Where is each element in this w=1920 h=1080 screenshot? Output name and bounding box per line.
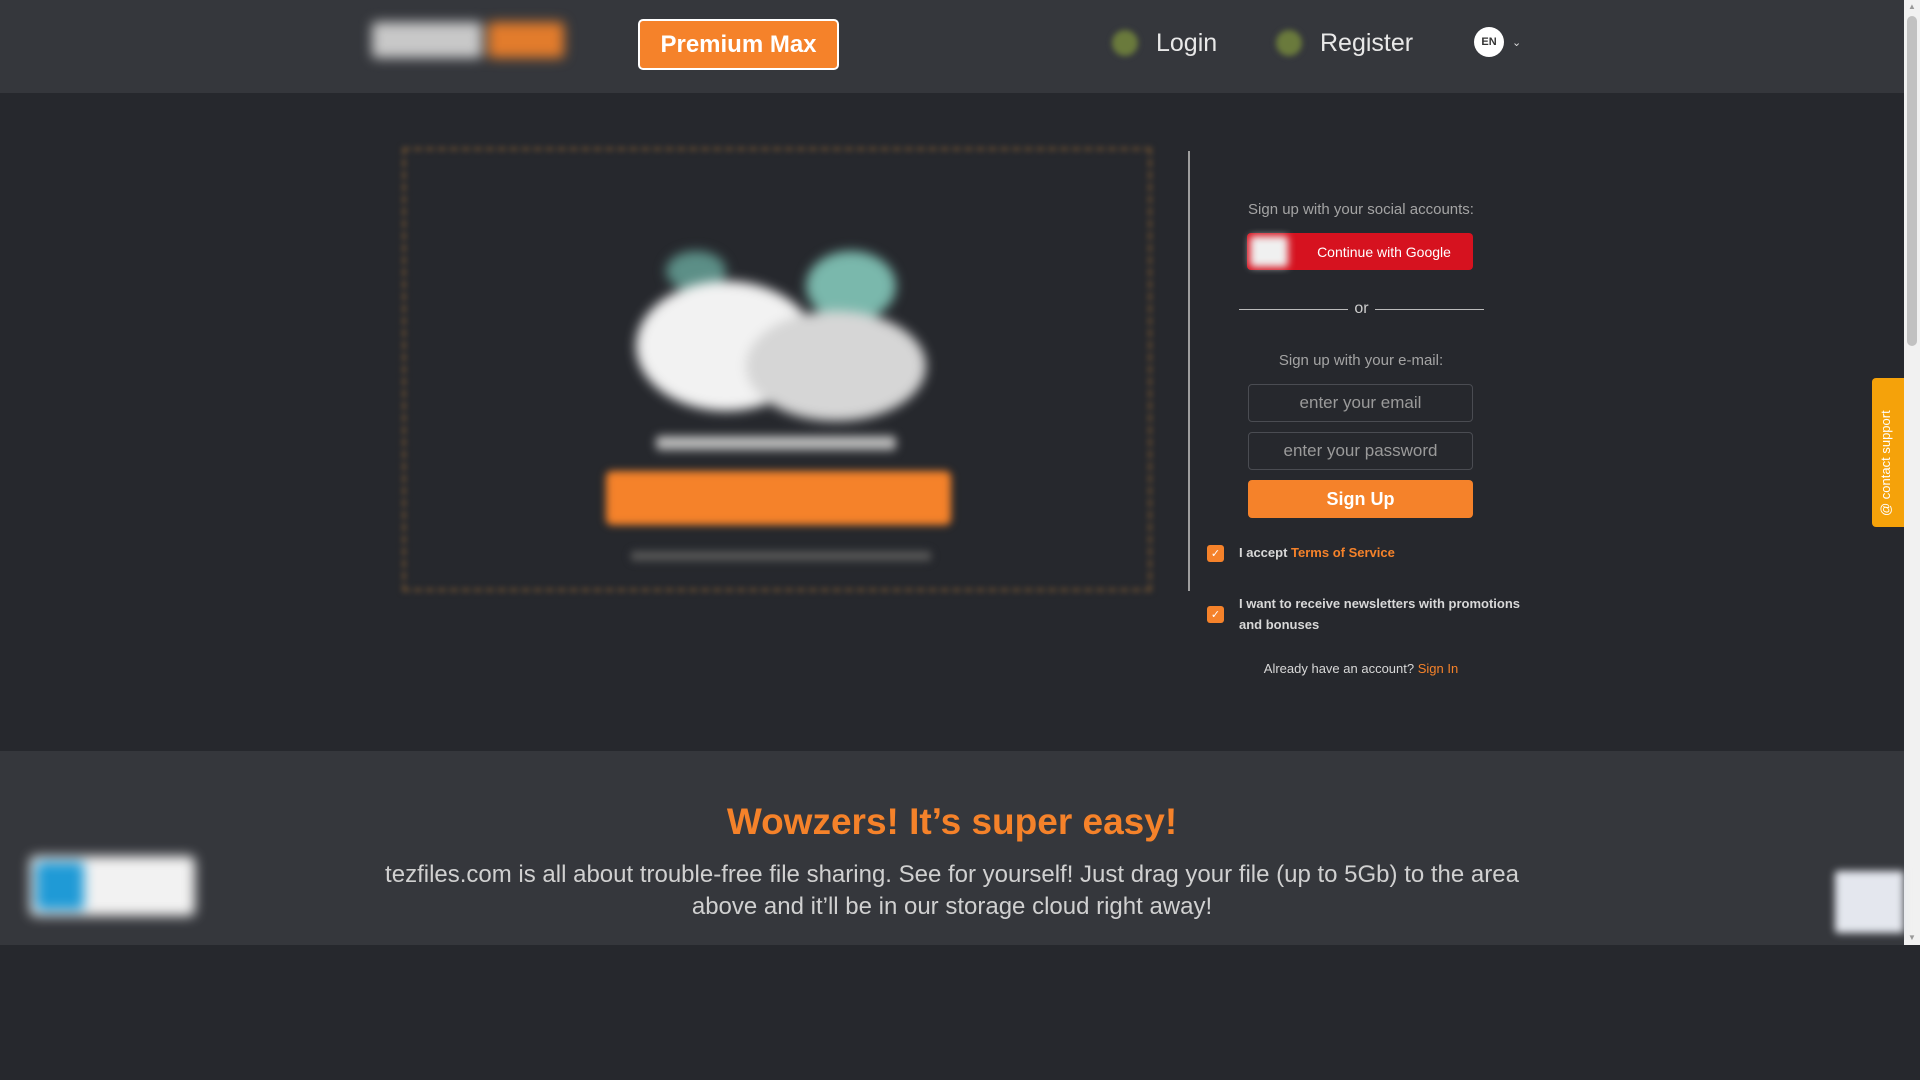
terms-of-service-link[interactable]: Terms of Service (1291, 545, 1395, 560)
info-footer: Wowzers! It’s super easy! tezfiles.com i… (0, 751, 1904, 945)
vertical-scrollbar[interactable]: ▲ ▼ (1904, 0, 1920, 945)
top-header: Premium Max Login Register EN ⌄ (0, 0, 1904, 93)
check-icon: ✓ (1210, 548, 1221, 560)
language-selector[interactable]: EN ⌄ (1474, 27, 1521, 57)
or-text: or (1354, 300, 1369, 317)
scroll-down-icon[interactable]: ▼ (1904, 931, 1920, 945)
sign-in-link[interactable]: Sign In (1418, 661, 1458, 676)
register-label: Register (1320, 28, 1414, 57)
check-icon: ✓ (1210, 609, 1221, 621)
cloud-shape (806, 251, 896, 321)
continue-with-google-button[interactable]: Continue with Google (1247, 233, 1473, 270)
site-logo[interactable] (372, 14, 566, 66)
chevron-down-icon: ⌄ (1512, 36, 1522, 49)
trust-badge-blurred[interactable] (30, 856, 195, 916)
google-button-label: Continue with Google (1317, 243, 1451, 260)
recaptcha-badge-icon[interactable] (1835, 871, 1904, 933)
upload-button-blurred[interactable] (606, 471, 951, 525)
separator-line (1239, 308, 1349, 310)
footer-title: Wowzers! It’s super easy! (726, 801, 1178, 842)
separator-line (1374, 308, 1485, 310)
scroll-up-icon[interactable]: ▲ (1904, 0, 1920, 14)
sign-up-button[interactable]: Sign Up (1248, 480, 1473, 518)
cloud-shape (746, 311, 926, 421)
user-icon (1112, 30, 1138, 56)
logo-text-part (372, 22, 482, 58)
user-plus-icon (1276, 30, 1302, 56)
file-upload-area[interactable] (402, 147, 1152, 592)
or-separator: or (1239, 299, 1485, 319)
google-icon (1250, 236, 1288, 267)
tos-prefix: I accept (1239, 545, 1288, 560)
premium-max-button[interactable]: Premium Max (638, 19, 839, 70)
vertical-divider (1188, 151, 1190, 591)
contact-support-tab[interactable]: @ contact support (1872, 378, 1904, 527)
email-field[interactable] (1248, 384, 1473, 422)
footer-description: tezfiles.com is all about trouble-free f… (385, 861, 1519, 920)
email-signup-heading: Sign up with your e-mail: (1278, 352, 1444, 369)
upload-heading-blurred (656, 436, 896, 450)
signin-prompt: Already have an account? Sign In (1236, 661, 1486, 676)
cloud-illustration-icon (636, 251, 926, 451)
badge-icon (36, 862, 84, 910)
contact-support-label: @ contact support (1878, 410, 1893, 516)
newsletter-text: I want to receive newsletters with promo… (1239, 596, 1521, 632)
password-field[interactable] (1248, 432, 1473, 470)
logo-accent-part (488, 22, 564, 58)
login-label: Login (1156, 28, 1218, 57)
newsletter-checkbox[interactable]: ✓ (1207, 606, 1224, 623)
upload-note-blurred (631, 551, 931, 561)
social-signup-heading: Sign up with your social accounts: (1248, 201, 1474, 218)
register-link[interactable]: Register (1276, 24, 1413, 62)
tos-checkbox[interactable]: ✓ (1207, 545, 1224, 562)
login-link[interactable]: Login (1112, 24, 1217, 62)
scrollbar-thumb[interactable] (1907, 16, 1917, 346)
language-badge: EN (1474, 27, 1504, 57)
already-have-account-text: Already have an account? (1263, 661, 1415, 676)
tos-text: I accept Terms of Service (1239, 542, 1395, 563)
